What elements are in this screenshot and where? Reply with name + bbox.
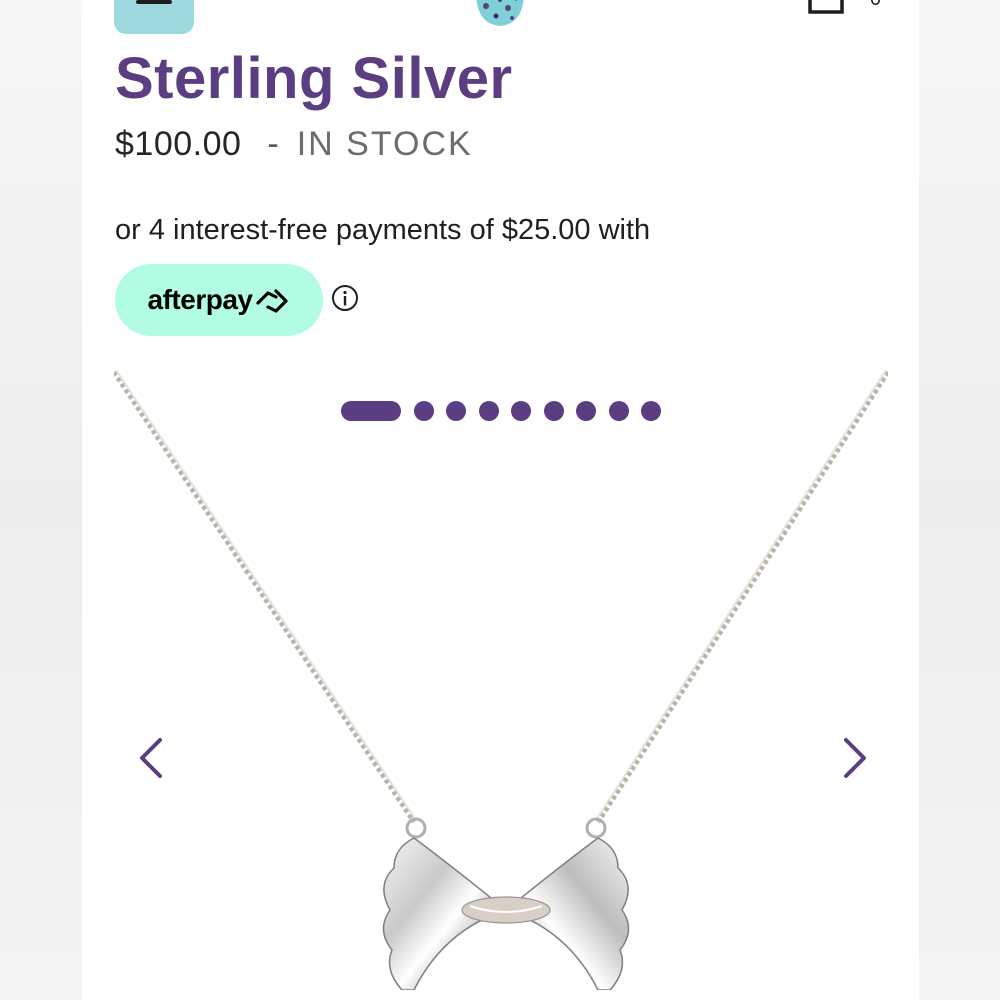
- product-image-gallery[interactable]: [114, 370, 888, 1000]
- product-price: $100.00: [115, 124, 242, 163]
- info-icon[interactable]: [331, 284, 359, 312]
- backdrop-right: [919, 0, 1000, 1000]
- chevron-right-icon[interactable]: [834, 736, 874, 780]
- cart-icon[interactable]: [806, 0, 846, 16]
- price-row: $100.00 - IN STOCK: [115, 124, 473, 164]
- product-title: Sterling Silver: [115, 46, 513, 111]
- chevron-left-icon[interactable]: [132, 736, 172, 780]
- menu-button[interactable]: [114, 0, 194, 34]
- carousel-dot[interactable]: [413, 401, 434, 421]
- carousel-indicators: [341, 401, 674, 421]
- carousel-dot[interactable]: [576, 401, 596, 421]
- product-page: 0 Sterling Silver $100.00 - IN STOCK or …: [82, 0, 919, 1000]
- carousel-dot-active[interactable]: [341, 401, 401, 421]
- carousel-dot[interactable]: [446, 401, 466, 421]
- afterpay-label: afterpay: [147, 284, 253, 315]
- installment-text: or 4 interest-free payments of $25.00 wi…: [115, 214, 651, 246]
- carousel-dot[interactable]: [511, 401, 531, 421]
- stock-status: IN STOCK: [296, 124, 473, 163]
- price-separator: -: [267, 124, 279, 163]
- product-image: [114, 370, 888, 1000]
- backdrop-left: [0, 0, 82, 1000]
- search-icon[interactable]: [256, 0, 294, 14]
- brand-logo[interactable]: [470, 0, 530, 28]
- carousel-dot[interactable]: [478, 401, 499, 421]
- hamburger-icon: [136, 0, 172, 4]
- carousel-dot[interactable]: [608, 401, 629, 421]
- cart-count: 0: [870, 0, 881, 11]
- carousel-dot[interactable]: [641, 401, 661, 421]
- carousel-dot[interactable]: [543, 401, 564, 421]
- afterpay-logo-icon: [256, 289, 289, 313]
- afterpay-badge[interactable]: afterpay: [115, 264, 323, 336]
